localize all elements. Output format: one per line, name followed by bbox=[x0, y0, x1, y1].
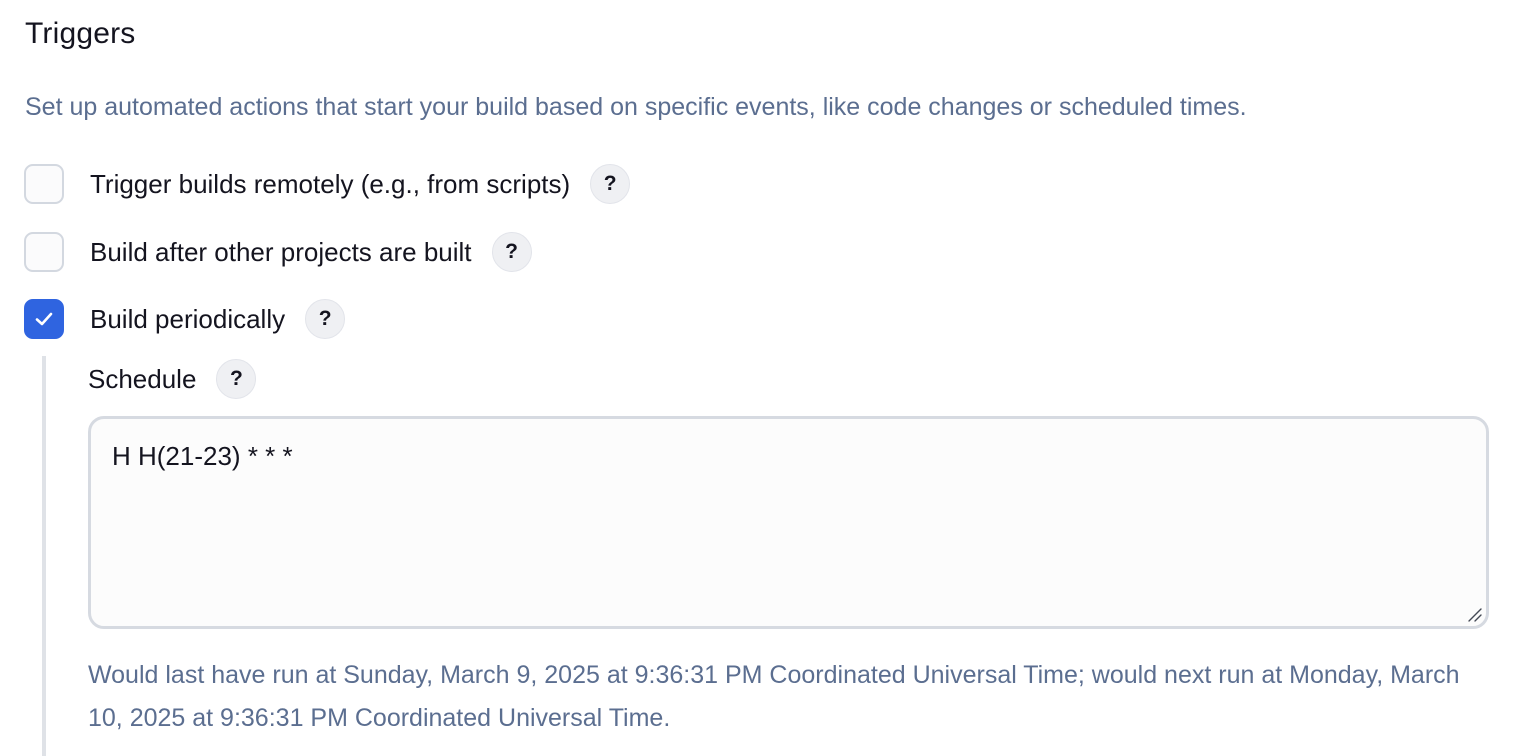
trigger-periodic-row: Build periodically ? bbox=[24, 297, 346, 341]
trigger-periodic-checkbox[interactable] bbox=[24, 299, 64, 339]
help-icon[interactable]: ? bbox=[216, 359, 257, 399]
trigger-after-projects-label[interactable]: Build after other projects are built bbox=[90, 237, 472, 268]
triggers-section: Triggers Set up automated actions that s… bbox=[0, 0, 1518, 756]
schedule-input[interactable]: H H(21-23) * * * bbox=[88, 416, 1489, 629]
trigger-after-projects-row: Build after other projects are built ? bbox=[24, 230, 532, 274]
help-icon[interactable]: ? bbox=[305, 299, 346, 339]
schedule-info-text: Would last have run at Sunday, March 9, … bbox=[88, 661, 1460, 732]
help-icon[interactable]: ? bbox=[590, 164, 631, 204]
trigger-remote-row: Trigger builds remotely (e.g., from scri… bbox=[24, 162, 631, 206]
schedule-label: Schedule bbox=[88, 363, 197, 394]
nested-indent-bar bbox=[42, 356, 46, 756]
check-icon bbox=[35, 312, 53, 326]
trigger-after-projects-checkbox[interactable] bbox=[24, 232, 64, 272]
help-icon[interactable]: ? bbox=[491, 232, 532, 272]
trigger-periodic-label[interactable]: Build periodically bbox=[90, 304, 285, 335]
section-description: Set up automated actions that start your… bbox=[25, 93, 1247, 121]
schedule-label-row: Schedule ? bbox=[88, 359, 257, 399]
trigger-remote-label[interactable]: Trigger builds remotely (e.g., from scri… bbox=[90, 169, 570, 200]
section-title: Triggers bbox=[25, 17, 136, 50]
trigger-remote-checkbox[interactable] bbox=[24, 164, 64, 204]
resize-handle-icon[interactable] bbox=[1466, 606, 1482, 622]
